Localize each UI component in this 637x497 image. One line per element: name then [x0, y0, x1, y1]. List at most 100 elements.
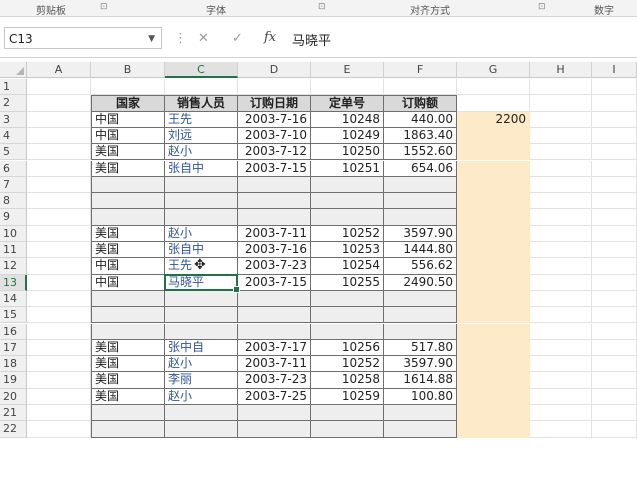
- table-cell-b3[interactable]: 中国: [91, 111, 165, 128]
- table-blank-cell[interactable]: [384, 193, 457, 210]
- table-blank-cell[interactable]: [311, 290, 384, 308]
- table-cell-e13[interactable]: 10255: [311, 274, 384, 291]
- cell-a6[interactable]: [27, 160, 91, 177]
- table-cell-f12[interactable]: 556.62: [384, 258, 457, 275]
- cell-i14[interactable]: [592, 290, 637, 308]
- highlight-cell-g6[interactable]: [457, 160, 530, 177]
- cell-g1[interactable]: [457, 79, 530, 96]
- cell-h9[interactable]: [530, 209, 592, 226]
- select-all-corner[interactable]: [0, 62, 27, 78]
- table-blank-cell[interactable]: [165, 193, 238, 210]
- table-blank-cell[interactable]: [311, 193, 384, 210]
- table-blank-cell[interactable]: [91, 421, 165, 438]
- highlight-cell-g3[interactable]: 2200: [457, 111, 530, 128]
- cell-i1[interactable]: [592, 79, 637, 96]
- table-cell-e6[interactable]: 10251: [311, 160, 384, 177]
- table-blank-cell[interactable]: [384, 176, 457, 194]
- table-cell-b17[interactable]: 美国: [91, 339, 165, 357]
- column-header-i[interactable]: I: [592, 62, 637, 78]
- table-cell-f18[interactable]: 3597.90: [384, 356, 457, 373]
- row-header-2[interactable]: 2: [0, 95, 27, 112]
- row-header-4[interactable]: 4: [0, 127, 27, 145]
- cell-h21[interactable]: [530, 405, 592, 422]
- table-cell-d13[interactable]: 2003-7-15: [238, 274, 311, 291]
- table-blank-cell[interactable]: [238, 193, 311, 210]
- highlight-cell-g19[interactable]: [457, 372, 530, 389]
- table-cell-f20[interactable]: 100.80: [384, 388, 457, 405]
- table-blank-cell[interactable]: [165, 307, 238, 324]
- row-header-16[interactable]: 16: [0, 323, 27, 340]
- cell-a4[interactable]: [27, 127, 91, 145]
- cell-i18[interactable]: [592, 356, 637, 373]
- table-blank-cell[interactable]: [311, 405, 384, 422]
- cell-g2[interactable]: [457, 95, 530, 112]
- cell-a3[interactable]: [27, 111, 91, 128]
- cell-a21[interactable]: [27, 405, 91, 422]
- cell-a10[interactable]: [27, 225, 91, 242]
- row-header-12[interactable]: 12: [0, 258, 27, 275]
- table-cell-c5[interactable]: 赵小: [165, 144, 238, 161]
- cell-f1[interactable]: [384, 79, 457, 96]
- cell-i9[interactable]: [592, 209, 637, 226]
- cell-a14[interactable]: [27, 290, 91, 308]
- table-cell-f13[interactable]: 2490.50: [384, 274, 457, 291]
- highlight-cell-g8[interactable]: [457, 193, 530, 210]
- table-blank-cell[interactable]: [384, 421, 457, 438]
- column-header-f[interactable]: F: [384, 62, 457, 78]
- highlight-cell-g9[interactable]: [457, 209, 530, 226]
- table-cell-c20[interactable]: 赵小: [165, 388, 238, 405]
- cell-i17[interactable]: [592, 339, 637, 357]
- cell-h15[interactable]: [530, 307, 592, 324]
- name-box[interactable]: C13 ▼: [4, 27, 162, 49]
- table-blank-cell[interactable]: [238, 209, 311, 226]
- table-cell-d12[interactable]: 2003-7-23: [238, 258, 311, 275]
- cell-i20[interactable]: [592, 388, 637, 405]
- table-blank-cell[interactable]: [165, 290, 238, 308]
- table-header-cell[interactable]: 定单号: [311, 95, 384, 112]
- highlight-cell-g7[interactable]: [457, 176, 530, 194]
- table-blank-cell[interactable]: [91, 209, 165, 226]
- table-blank-cell[interactable]: [165, 421, 238, 438]
- cell-i7[interactable]: [592, 176, 637, 194]
- table-cell-c10[interactable]: 赵小: [165, 225, 238, 242]
- cell-h5[interactable]: [530, 144, 592, 161]
- table-blank-cell[interactable]: [91, 307, 165, 324]
- table-cell-c11[interactable]: 张自中: [165, 242, 238, 259]
- column-header-e[interactable]: E: [311, 62, 384, 78]
- table-blank-cell[interactable]: [238, 405, 311, 422]
- table-cell-d3[interactable]: 2003-7-16: [238, 111, 311, 128]
- cell-h19[interactable]: [530, 372, 592, 389]
- table-cell-e11[interactable]: 10253: [311, 242, 384, 259]
- table-blank-cell[interactable]: [238, 290, 311, 308]
- table-cell-c4[interactable]: 刘远: [165, 127, 238, 145]
- table-cell-d11[interactable]: 2003-7-16: [238, 242, 311, 259]
- table-cell-e17[interactable]: 10256: [311, 339, 384, 357]
- table-cell-d6[interactable]: 2003-7-15: [238, 160, 311, 177]
- cell-h17[interactable]: [530, 339, 592, 357]
- row-header-18[interactable]: 18: [0, 356, 27, 373]
- cell-i4[interactable]: [592, 127, 637, 145]
- table-cell-b19[interactable]: 美国: [91, 372, 165, 389]
- insert-function-icon[interactable]: fx: [264, 30, 276, 45]
- table-blank-cell[interactable]: [91, 323, 165, 340]
- cell-a15[interactable]: [27, 307, 91, 324]
- highlight-cell-g21[interactable]: [457, 405, 530, 422]
- table-blank-cell[interactable]: [238, 176, 311, 194]
- cell-a12[interactable]: [27, 258, 91, 275]
- highlight-cell-g13[interactable]: [457, 274, 530, 291]
- highlight-cell-g17[interactable]: [457, 339, 530, 357]
- table-cell-d5[interactable]: 2003-7-12: [238, 144, 311, 161]
- cell-i5[interactable]: [592, 144, 637, 161]
- cell-i6[interactable]: [592, 160, 637, 177]
- highlight-cell-g10[interactable]: [457, 225, 530, 242]
- row-header-11[interactable]: 11: [0, 242, 27, 259]
- cell-d1[interactable]: [238, 79, 311, 96]
- table-header-cell[interactable]: 订购额: [384, 95, 457, 112]
- row-header-7[interactable]: 7: [0, 176, 27, 194]
- cell-c1[interactable]: [165, 79, 238, 96]
- column-header-h[interactable]: H: [530, 62, 592, 78]
- cell-h1[interactable]: [530, 79, 592, 96]
- highlight-cell-g20[interactable]: [457, 388, 530, 405]
- cell-h16[interactable]: [530, 323, 592, 340]
- cell-a20[interactable]: [27, 388, 91, 405]
